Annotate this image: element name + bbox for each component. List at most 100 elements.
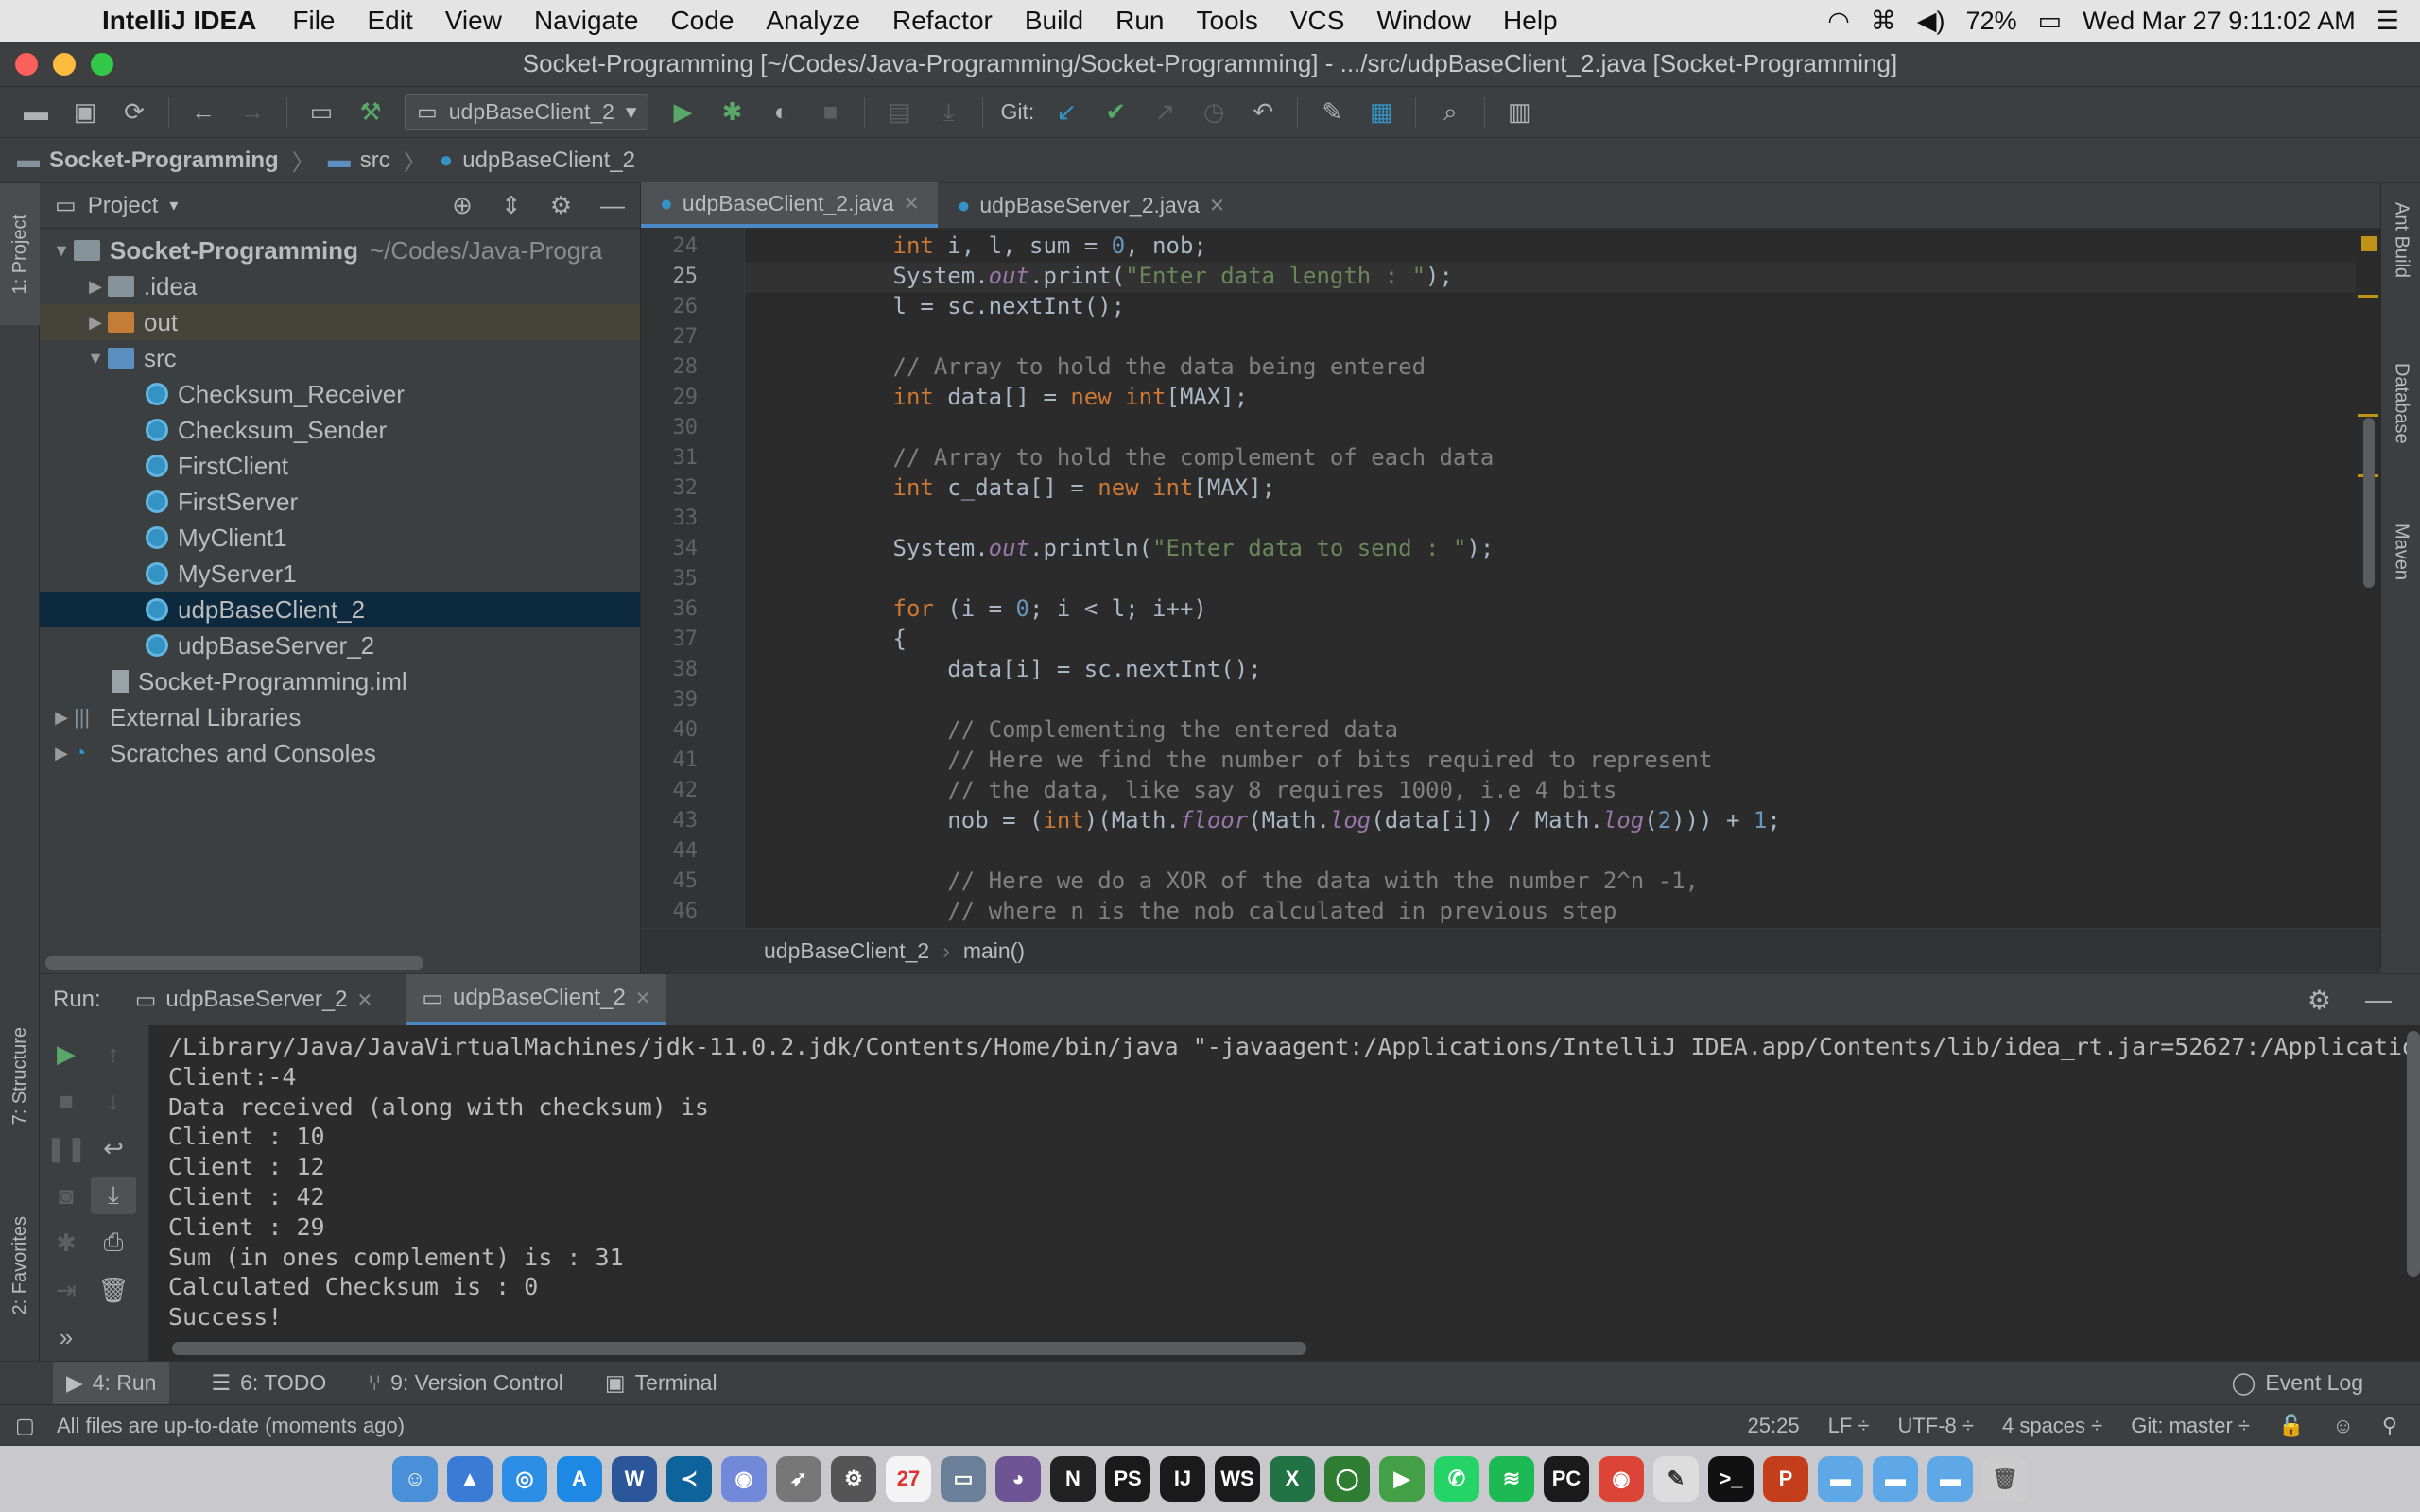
close-icon[interactable]: ✕ [904, 192, 920, 215]
debug-icon[interactable]: ✱ [709, 94, 754, 131]
revert-icon[interactable]: ↶ [1240, 94, 1286, 131]
keyboard-icon[interactable]: ⌘ [1871, 7, 1896, 36]
menu-refactor[interactable]: Refactor [892, 6, 993, 36]
pycharm-icon[interactable]: PC [1544, 1456, 1589, 1502]
code-area[interactable]: 24 25 26 27 28 29 30 31 32 33 34 35 36 3… [641, 229, 2380, 928]
zoom-window-button[interactable] [91, 53, 113, 76]
build-hammer-icon[interactable]: ⚒ [348, 94, 393, 131]
error-stripe-mark[interactable] [2358, 295, 2378, 298]
collapsed-arrow-icon[interactable]: ▶ [83, 277, 108, 297]
tab-terminal[interactable]: ▣ Terminal [605, 1370, 717, 1396]
menu-run[interactable]: Run [1115, 6, 1164, 36]
event-log-button[interactable]: ◯ Event Log [2232, 1370, 2363, 1396]
tab-ant-build[interactable]: Ant Build [2381, 202, 2420, 325]
pause-icon[interactable]: ❚❚ [43, 1129, 89, 1167]
notion-icon[interactable]: N [1050, 1456, 1096, 1502]
tree-node-idea[interactable]: ▶ .idea [40, 268, 640, 304]
menu-build[interactable]: Build [1025, 6, 1083, 36]
tree-node-scratches[interactable]: ▶ ◔ Scratches and Consoles [40, 735, 640, 771]
webstorm-icon[interactable]: WS [1215, 1456, 1260, 1502]
inspector-icon[interactable]: ☺ [2332, 1414, 2353, 1438]
close-icon[interactable]: ✕ [357, 988, 373, 1012]
locate-file-icon[interactable]: ⊕ [452, 191, 473, 220]
close-window-button[interactable] [15, 53, 38, 76]
tree-node-external-libraries[interactable]: ▶ ||| External Libraries [40, 699, 640, 735]
project-horizontal-scrollbar[interactable] [45, 956, 424, 970]
settings-wrench-icon[interactable]: ✎ [1309, 94, 1355, 131]
scroll-down-icon[interactable]: ↓ [91, 1082, 136, 1120]
rocket-icon[interactable]: ➶ [776, 1456, 821, 1502]
open-folder-icon[interactable]: ▬ [13, 94, 59, 131]
vscode-icon[interactable]: ≺ [666, 1456, 712, 1502]
preview-icon[interactable]: ▭ [941, 1456, 986, 1502]
powerpoint-icon[interactable]: P [1763, 1456, 1808, 1502]
hide-panel-icon[interactable]: — [2365, 985, 2392, 1016]
tree-file[interactable]: Checksum_Receiver [40, 376, 640, 412]
hide-panel-icon[interactable]: — [600, 191, 625, 220]
tab-todo[interactable]: ☰ 6: TODO [211, 1370, 326, 1396]
close-icon[interactable]: ✕ [635, 987, 651, 1010]
sync-icon[interactable]: ⟳ [112, 94, 157, 131]
tab-udpBaseClient[interactable]: ● udpBaseClient_2.java ✕ [641, 182, 939, 228]
project-view-dropdown[interactable]: Project [88, 193, 159, 219]
applications-folder-icon[interactable]: ▬ [1927, 1456, 1973, 1502]
tree-node-root[interactable]: ▼ Socket-Programming ~/Codes/Java-Progra [40, 232, 640, 268]
crumb-class[interactable]: udpBaseClient_2 [764, 938, 929, 964]
calendar-icon[interactable]: 27 [886, 1456, 931, 1502]
search-icon[interactable]: ⌕ [1427, 94, 1473, 131]
chrome-icon[interactable]: ◉ [1599, 1456, 1644, 1502]
run-tab-client[interactable]: ▭ udpBaseClient_2 ✕ [406, 974, 666, 1025]
clock[interactable]: Wed Mar 27 9:11:02 AM [2083, 7, 2356, 36]
git-push-icon[interactable]: ↗ [1142, 94, 1187, 131]
expand-arrow-icon[interactable]: ▼ [83, 349, 108, 369]
caret-position[interactable]: 25:25 [1748, 1414, 1800, 1438]
vcs-download-icon[interactable]: ⤓ [925, 94, 971, 131]
git-update-icon[interactable]: ↙ [1044, 94, 1089, 131]
launchpad-icon[interactable]: ▲ [447, 1456, 493, 1502]
tool-windows-toggle-icon[interactable]: ▢ [15, 1414, 35, 1438]
whatsapp-icon[interactable]: ✆ [1434, 1456, 1479, 1502]
tab-udpBaseServer[interactable]: ● udpBaseServer_2.java ✕ [938, 182, 1243, 228]
tree-file[interactable]: MyServer1 [40, 556, 640, 592]
presentation-icon[interactable]: ▥ [1496, 94, 1542, 131]
collapsed-arrow-icon[interactable]: ▶ [83, 313, 108, 333]
editor-scroll-thumb[interactable] [2363, 418, 2375, 588]
rerun-icon[interactable]: ▶ [43, 1035, 89, 1073]
stop-icon[interactable]: ■ [43, 1082, 89, 1120]
run-coverage-icon[interactable]: ◐ [758, 94, 804, 131]
intellij-icon[interactable]: IJ [1160, 1456, 1205, 1502]
app-store-icon[interactable]: A [557, 1456, 602, 1502]
phpstorm-icon[interactable]: PS [1105, 1456, 1150, 1502]
editor-vertical-scrollbar[interactable] [2356, 229, 2380, 928]
tab-favorites-tool[interactable]: 2: Favorites [0, 1194, 40, 1336]
tab-maven[interactable]: Maven [2381, 524, 2420, 627]
wifi-icon[interactable]: ◠ [1827, 7, 1850, 36]
camera-icon[interactable]: ◙ [43, 1177, 89, 1214]
expand-arrow-icon[interactable]: ▼ [49, 241, 74, 261]
trash-icon[interactable]: 🗑 [91, 1271, 136, 1309]
safari-icon[interactable]: ◎ [502, 1456, 547, 1502]
breadcrumb-file[interactable]: udpBaseClient_2 [462, 147, 635, 174]
tab-database[interactable]: Database [2381, 363, 2420, 486]
notification-center-icon[interactable]: ☰ [2377, 7, 2399, 36]
system-preferences-icon[interactable]: ⚙ [831, 1456, 876, 1502]
documents-folder-icon[interactable]: ▬ [1873, 1456, 1918, 1502]
collapsed-arrow-icon[interactable]: ▶ [49, 744, 74, 764]
menu-tools[interactable]: Tools [1196, 6, 1257, 36]
run-icon[interactable]: ▶ [660, 94, 705, 131]
tab-structure-tool[interactable]: 7: Structure [0, 996, 40, 1157]
tree-file[interactable]: Checksum_Sender [40, 412, 640, 448]
warning-marker-icon[interactable] [2361, 236, 2377, 251]
collapsed-arrow-icon[interactable]: ▶ [49, 708, 74, 728]
menu-navigate[interactable]: Navigate [534, 6, 639, 36]
textedit-icon[interactable]: ✎ [1653, 1456, 1699, 1502]
gear-icon[interactable]: ⚙ [550, 191, 572, 220]
excel-icon[interactable]: X [1270, 1456, 1315, 1502]
close-icon[interactable]: ✕ [1209, 194, 1225, 217]
console-horizontal-scrollbar[interactable] [172, 1342, 1306, 1355]
tree-file-selected[interactable]: udpBaseClient_2 [40, 592, 640, 627]
gear-icon[interactable]: ⚙ [2308, 985, 2331, 1016]
notifications-icon[interactable]: ⚲ [2382, 1414, 2397, 1438]
menu-file[interactable]: File [292, 6, 335, 36]
activity-icon[interactable]: ◯ [1324, 1456, 1370, 1502]
